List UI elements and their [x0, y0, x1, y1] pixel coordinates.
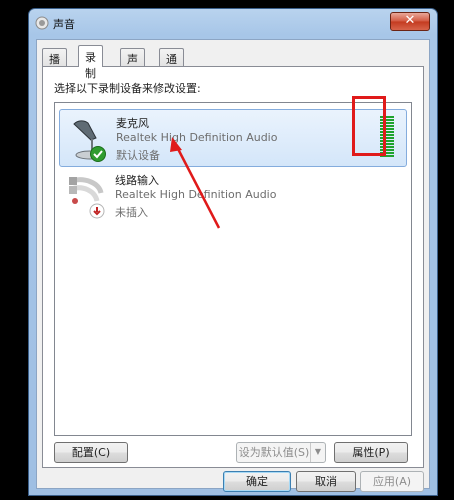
- annotation-arrow-icon: [170, 137, 221, 229]
- tab-recording[interactable]: 录制: [78, 45, 103, 80]
